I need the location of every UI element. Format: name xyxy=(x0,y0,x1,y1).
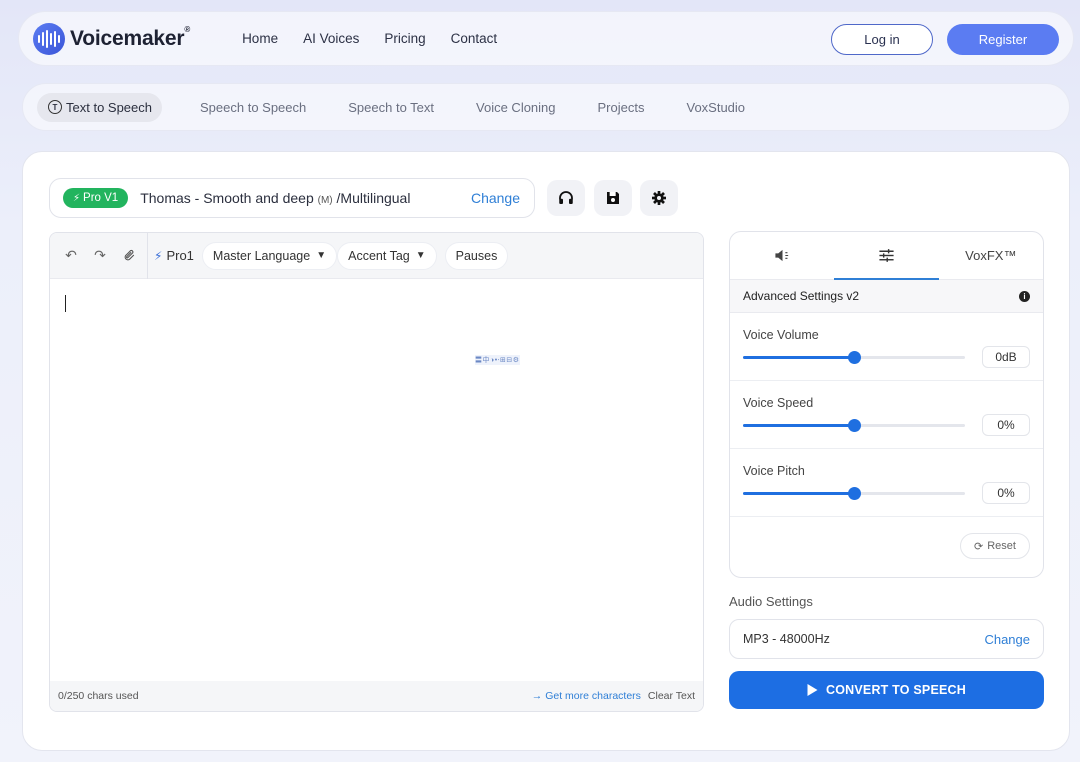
tab-projects[interactable]: Projects xyxy=(590,93,653,122)
advanced-settings-header: Advanced Settings v2 i xyxy=(730,280,1043,313)
nav-ai-voices[interactable]: AI Voices xyxy=(303,31,359,46)
main-nav: Home AI Voices Pricing Contact xyxy=(242,31,497,46)
voice-speed-value[interactable]: 0% xyxy=(982,414,1030,436)
tool-tabs: T Text to Speech Speech to Speech Speech… xyxy=(22,83,1070,131)
slider-fill xyxy=(743,356,854,359)
settings-button[interactable] xyxy=(640,180,678,216)
audio-format-selector[interactable]: MP3 - 48000Hz Change xyxy=(729,619,1044,659)
floppy-disk-icon xyxy=(607,192,619,204)
slider-fill xyxy=(743,424,854,427)
master-language-dropdown[interactable]: Master Language ▼ xyxy=(201,241,338,270)
voice-speed-row: Voice Speed 0% xyxy=(730,381,1043,449)
tab-speech-to-text[interactable]: Speech to Text xyxy=(340,93,442,122)
sliders-icon xyxy=(879,249,894,262)
play-icon xyxy=(807,684,818,696)
text-editor: ↶ ↷ ⚡ Pro1 Master Language ▼ Accent Tag … xyxy=(49,232,704,712)
panel-tabs: VoxFX™ xyxy=(730,232,1043,280)
tab-voice-cloning[interactable]: Voice Cloning xyxy=(468,93,564,122)
change-voice-link[interactable]: Change xyxy=(471,190,520,206)
preview-voice-button[interactable] xyxy=(547,180,585,216)
voice-volume-label: Voice Volume xyxy=(743,328,819,342)
refresh-icon: ⟳ xyxy=(974,540,984,553)
voice-volume-row: Voice Volume 0dB xyxy=(730,313,1043,381)
soundwave-logo-icon xyxy=(33,22,65,55)
editor-footer: 0/250 chars used → Get more characters C… xyxy=(50,681,703,711)
auth-buttons: Log in Register xyxy=(831,24,1059,55)
tab-speech-to-speech[interactable]: Speech to Speech xyxy=(192,93,314,122)
tab-voxstudio[interactable]: VoxStudio xyxy=(678,93,753,122)
pauses-button[interactable]: Pauses xyxy=(444,241,509,270)
voice-volume-value[interactable]: 0dB xyxy=(982,346,1030,368)
reset-button[interactable]: ⟳ Reset xyxy=(960,533,1030,559)
change-audio-link[interactable]: Change xyxy=(984,632,1030,647)
voice-selector[interactable]: ⚡ Pro V1 Thomas - Smooth and deep (M) /M… xyxy=(49,178,535,218)
pro-badge: ⚡ Pro V1 xyxy=(63,188,129,208)
input-method-toolbar-icon: 〓中◑•⸱⊞⊟⚙ xyxy=(475,355,520,365)
nav-contact[interactable]: Contact xyxy=(451,31,498,46)
logo[interactable]: Voicemaker® xyxy=(33,22,191,55)
audio-format-value: MP3 - 48000Hz xyxy=(743,632,830,646)
pro-engine-selector[interactable]: ⚡ Pro1 xyxy=(154,248,194,263)
audio-settings-label: Audio Settings xyxy=(729,594,813,609)
gear-icon xyxy=(652,191,666,205)
speaker-icon xyxy=(775,249,788,262)
voice-pitch-row: Voice Pitch 0% xyxy=(730,449,1043,517)
editor-toolbar: ↶ ↷ ⚡ Pro1 Master Language ▼ Accent Tag … xyxy=(50,233,703,279)
info-icon[interactable]: i xyxy=(1019,290,1030,302)
save-button[interactable] xyxy=(594,180,632,216)
redo-icon[interactable]: ↷ xyxy=(89,245,111,267)
chevron-down-icon: ▼ xyxy=(415,250,426,261)
slider-fill xyxy=(743,492,854,495)
text-icon: T xyxy=(48,100,62,114)
top-navbar: Voicemaker® Home AI Voices Pricing Conta… xyxy=(18,11,1074,66)
bolt-icon: ⚡ xyxy=(73,192,81,204)
main-card: ⚡ Pro V1 Thomas - Smooth and deep (M) /M… xyxy=(22,151,1070,751)
convert-to-speech-button[interactable]: CONVERT TO SPEECH xyxy=(729,671,1044,709)
text-input-area[interactable]: 〓中◑•⸱⊞⊟⚙ xyxy=(50,279,703,682)
login-button[interactable]: Log in xyxy=(831,24,933,55)
undo-icon[interactable]: ↶ xyxy=(60,245,82,267)
nav-home[interactable]: Home xyxy=(242,31,278,46)
char-counter: 0/250 chars used xyxy=(58,690,139,702)
bolt-icon: ⚡ xyxy=(154,248,163,263)
tab-voxfx[interactable]: VoxFX™ xyxy=(939,232,1043,279)
toolbar-divider xyxy=(147,233,148,279)
accent-tag-dropdown[interactable]: Accent Tag ▼ xyxy=(337,241,437,270)
settings-panel: VoxFX™ Advanced Settings v2 i Voice Volu… xyxy=(729,231,1044,578)
voice-pitch-slider[interactable] xyxy=(743,487,965,500)
voice-speed-label: Voice Speed xyxy=(743,396,814,410)
register-button[interactable]: Register xyxy=(947,24,1059,55)
clear-text-button[interactable]: Clear Text xyxy=(648,690,695,702)
voice-pitch-label: Voice Pitch xyxy=(743,464,805,478)
headphones-icon xyxy=(559,191,573,204)
text-cursor xyxy=(65,295,66,312)
tab-text-to-speech[interactable]: T Text to Speech xyxy=(37,92,162,122)
voice-speed-slider[interactable] xyxy=(743,419,965,432)
slider-thumb[interactable] xyxy=(848,419,861,432)
voice-volume-slider[interactable] xyxy=(743,351,965,364)
slider-thumb[interactable] xyxy=(848,351,861,364)
voice-name: Thomas - Smooth and deep (M) /Multilingu… xyxy=(140,190,411,206)
tab-advanced-settings[interactable] xyxy=(834,232,939,280)
get-more-characters-link[interactable]: → Get more characters xyxy=(532,690,641,702)
voice-pitch-value[interactable]: 0% xyxy=(982,482,1030,504)
chevron-down-icon: ▼ xyxy=(316,250,327,261)
brand-name: Voicemaker® xyxy=(70,24,191,50)
nav-pricing[interactable]: Pricing xyxy=(384,31,425,46)
paperclip-icon[interactable] xyxy=(118,245,140,267)
tab-volume[interactable] xyxy=(730,232,834,279)
slider-thumb[interactable] xyxy=(848,487,861,500)
